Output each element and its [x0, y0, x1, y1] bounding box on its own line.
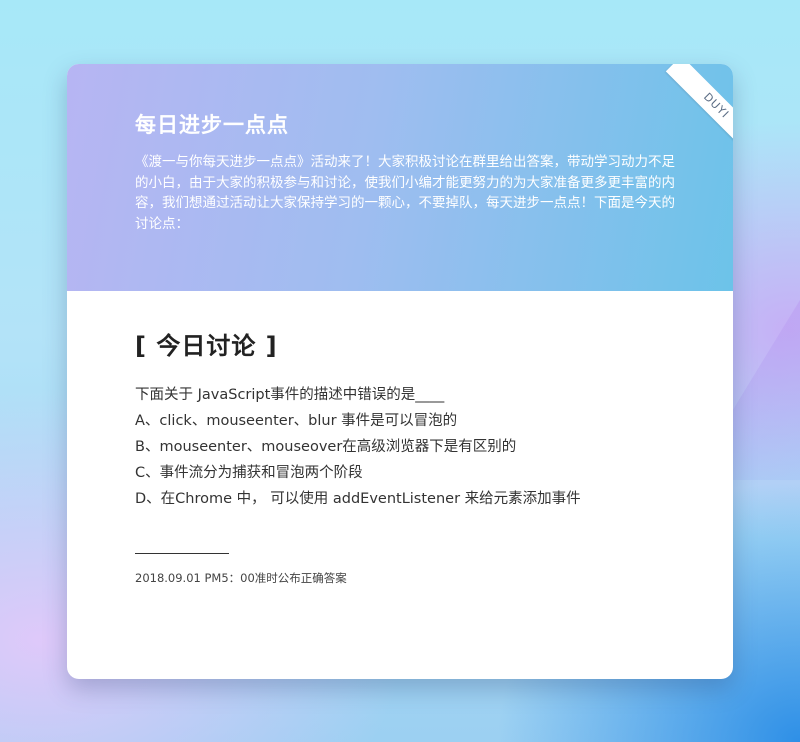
header-title: 每日进步一点点 — [135, 113, 289, 137]
question-text: 下面关于 JavaScript事件的描述中错误的是____ — [135, 387, 445, 403]
question-block: 下面关于 JavaScript事件的描述中错误的是____ A、click、mo… — [135, 382, 695, 512]
section-title: [ 今日讨论 ] — [135, 332, 278, 360]
answer-time-note: 2018.09.01 PM5：00准时公布正确答案 — [135, 571, 347, 585]
option-d: D、在Chrome 中， 可以使用 addEventListener 来给元素添… — [135, 491, 581, 507]
option-a: A、click、mouseenter、blur 事件是可以冒泡的 — [135, 413, 458, 429]
discussion-card: 每日进步一点点 《渡一与你每天进步一点点》活动来了！大家积极讨论在群里给出答案，… — [67, 64, 733, 679]
header-intro: 《渡一与你每天进步一点点》活动来了！大家积极讨论在群里给出答案，带动学习动力不足… — [135, 154, 675, 232]
option-b: B、mouseenter、mouseover在高级浏览器下是有区别的 — [135, 439, 517, 455]
option-c: C、事件流分为捕获和冒泡两个阶段 — [135, 465, 363, 481]
card-header: 每日进步一点点 《渡一与你每天进步一点点》活动来了！大家积极讨论在群里给出答案，… — [67, 64, 733, 291]
divider — [135, 553, 229, 554]
